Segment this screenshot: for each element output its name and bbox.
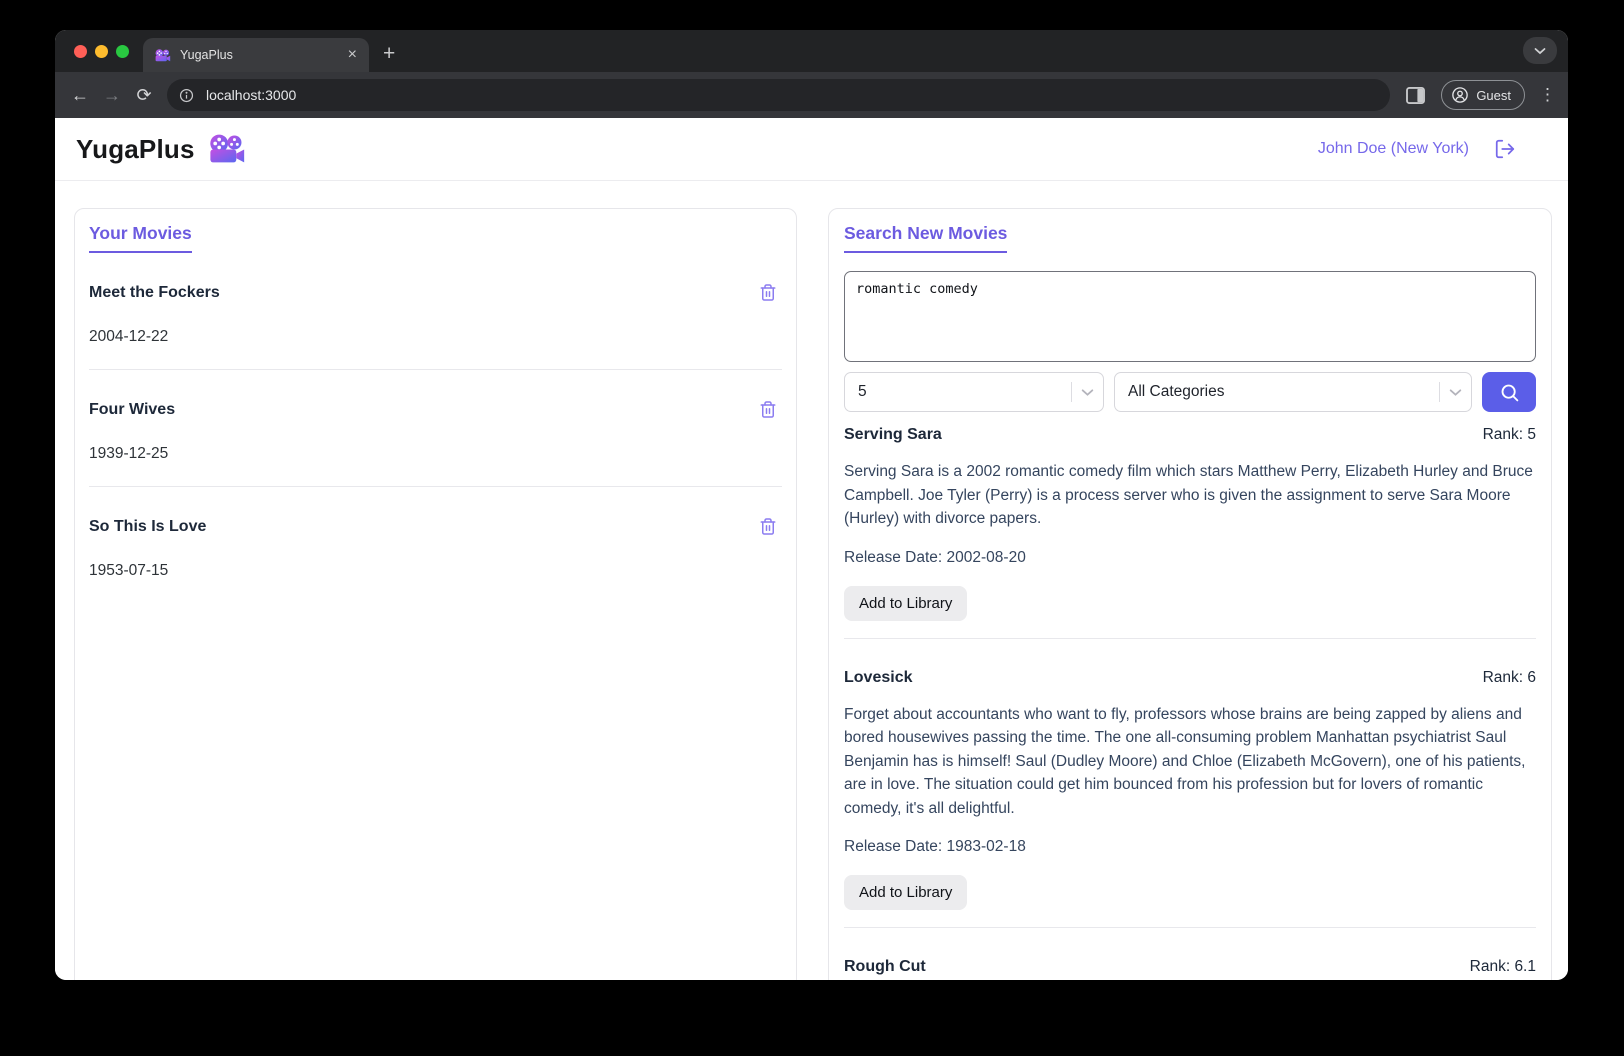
movie-release-date: 1939-12-25 xyxy=(89,445,169,462)
add-to-library-button[interactable]: Add to Library xyxy=(844,585,968,621)
tab-title: YugaPlus xyxy=(180,48,233,62)
max-results-select[interactable]: 5 xyxy=(844,372,1104,412)
movie-list-item: So This Is Love 1953-07-15 xyxy=(89,517,782,580)
movie-title: Meet the Fockers xyxy=(89,283,220,301)
tab-search-chevron-icon[interactable] xyxy=(1523,37,1557,64)
address-bar[interactable]: localhost:3000 xyxy=(167,79,1391,111)
category-select[interactable]: All Categories xyxy=(1114,372,1472,412)
app-header: YugaPlus John Doe (New York) xyxy=(55,118,1568,181)
result-release-date: Release Date: 1983-02-18 xyxy=(844,838,1026,855)
result-release-date: Release Date: 2002-08-20 xyxy=(844,548,1026,566)
result-title: Lovesick xyxy=(844,668,913,686)
result-title: Rough Cut xyxy=(844,958,926,975)
search-title: Search New Movies xyxy=(844,223,1008,253)
movie-release-date: 1953-07-15 xyxy=(89,562,169,579)
forward-icon[interactable]: → xyxy=(97,80,127,110)
browser-window: YugaPlus × + ← → ⟳ localhost:3000 Guest … xyxy=(55,30,1568,980)
tab-close-icon[interactable]: × xyxy=(346,47,359,63)
your-movies-title: Your Movies xyxy=(89,223,192,253)
movie-release-date: 2004-12-22 xyxy=(89,328,169,345)
divider xyxy=(89,486,782,487)
browser-tab-strip: YugaPlus × + xyxy=(55,30,1568,72)
movie-title: Four Wives xyxy=(89,400,176,418)
window-controls xyxy=(74,45,129,58)
divider xyxy=(844,927,1536,928)
max-results-value: 5 xyxy=(858,383,867,400)
app-logo: YugaPlus xyxy=(76,133,195,164)
search-query-input[interactable]: romantic comedy xyxy=(844,271,1536,362)
your-movies-panel: Your Movies Meet the Fockers 2004-12-22 … xyxy=(74,208,797,980)
logout-icon[interactable] xyxy=(1494,138,1516,160)
divider xyxy=(89,369,782,370)
search-icon xyxy=(1501,384,1518,401)
back-icon[interactable]: ← xyxy=(65,80,95,110)
search-result: Lovesick Rank: 6 Forget about accountant… xyxy=(844,668,1536,928)
search-button[interactable] xyxy=(1482,372,1536,412)
chevron-down-icon xyxy=(1440,388,1471,397)
delete-movie-trash-icon[interactable] xyxy=(754,517,782,536)
zoom-window-button[interactable] xyxy=(116,45,129,58)
url-text: localhost:3000 xyxy=(206,87,297,103)
delete-movie-trash-icon[interactable] xyxy=(754,283,782,302)
chevron-down-icon xyxy=(1072,388,1103,397)
search-result: Serving Sara Rank: 5 Serving Sara is a 2… xyxy=(844,426,1536,639)
divider xyxy=(844,637,1536,639)
result-rank: Rank: 5 xyxy=(1482,426,1536,443)
add-to-library-button[interactable]: Add to Library xyxy=(844,875,968,910)
side-panel-icon[interactable] xyxy=(1406,86,1426,104)
profile-avatar-icon xyxy=(1452,87,1469,103)
close-window-button[interactable] xyxy=(74,45,87,58)
user-profile-link[interactable]: John Doe (New York) xyxy=(1318,140,1469,158)
browser-tab[interactable]: YugaPlus × xyxy=(143,38,369,72)
result-description: Serving Sara is a 2002 romantic comedy f… xyxy=(844,463,1533,527)
browser-toolbar: ← → ⟳ localhost:3000 Guest ⋮ xyxy=(55,72,1568,118)
profile-label: Guest xyxy=(1476,87,1511,103)
reload-icon[interactable]: ⟳ xyxy=(129,80,159,110)
page: YugaPlus John Doe (New York) Your Movies… xyxy=(55,118,1568,980)
browser-menu-icon[interactable]: ⋮ xyxy=(1539,85,1556,105)
new-tab-button[interactable]: + xyxy=(383,43,395,64)
category-value: All Categories xyxy=(1128,383,1225,400)
search-result: Rough Cut Rank: 6.1 xyxy=(844,958,1536,976)
movie-title: So This Is Love xyxy=(89,517,207,535)
result-title: Serving Sara xyxy=(844,426,942,443)
search-controls: 5 All Categories xyxy=(844,372,1536,412)
site-info-icon[interactable] xyxy=(174,83,198,107)
search-panel: Search New Movies romantic comedy 5 All … xyxy=(828,208,1552,980)
result-description: Forget about accountants who want to fly… xyxy=(844,705,1526,817)
minimize-window-button[interactable] xyxy=(95,45,108,58)
movie-camera-icon xyxy=(209,134,246,164)
result-rank: Rank: 6.1 xyxy=(1469,958,1536,975)
result-rank: Rank: 6 xyxy=(1482,668,1536,686)
movie-list-item: Four Wives 1939-12-25 xyxy=(89,400,782,487)
tab-favicon-camera-icon xyxy=(155,48,171,62)
main-content: Your Movies Meet the Fockers 2004-12-22 … xyxy=(55,181,1568,980)
delete-movie-trash-icon[interactable] xyxy=(754,400,782,419)
browser-profile-button[interactable]: Guest xyxy=(1441,80,1525,110)
movie-list-item: Meet the Fockers 2004-12-22 xyxy=(89,283,782,370)
